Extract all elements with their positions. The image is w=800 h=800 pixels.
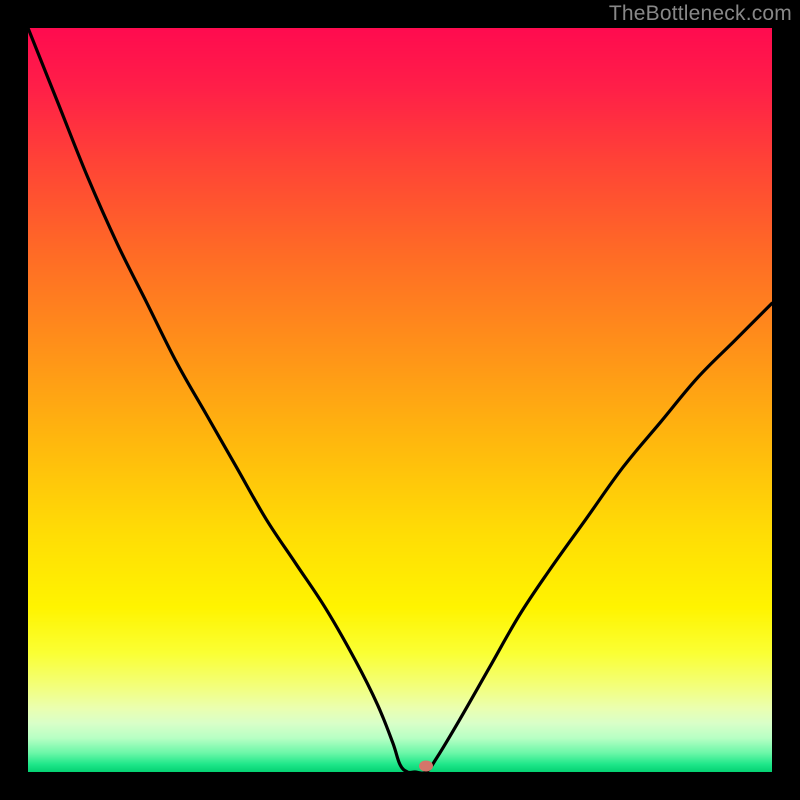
curve-svg [28,28,772,772]
watermark-text: TheBottleneck.com [609,2,792,26]
curve-path [28,28,772,772]
plot-area [28,28,772,772]
bottleneck-marker [419,761,433,772]
chart-frame: TheBottleneck.com [0,0,800,800]
